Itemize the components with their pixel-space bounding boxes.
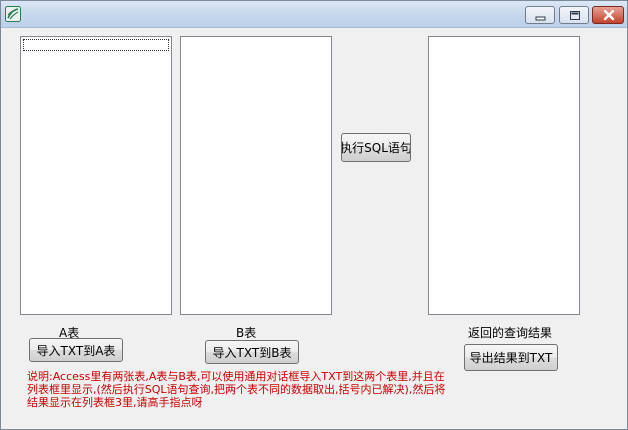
import-b-button[interactable]: 导入TXT到B表 — [205, 340, 299, 364]
client-area: 执行SQL语句 A表 B表 返回的查询结果 导入TXT到A表 导入TXT到B表 … — [1, 28, 627, 429]
title-bar[interactable] — [1, 1, 627, 28]
list-box-a-focus-row — [23, 39, 169, 51]
list-box-b[interactable] — [180, 36, 332, 315]
label-table-b: B表 — [236, 326, 257, 340]
minimize-button[interactable] — [525, 6, 555, 24]
minimize-icon — [535, 16, 546, 21]
close-icon — [603, 9, 615, 21]
import-a-button[interactable]: 导入TXT到A表 — [29, 338, 123, 362]
execute-sql-button[interactable]: 执行SQL语句 — [341, 133, 411, 162]
list-box-result[interactable] — [428, 36, 580, 315]
close-button[interactable] — [592, 6, 624, 24]
export-result-button[interactable]: 导出结果到TXT — [464, 344, 558, 371]
label-result: 返回的查询结果 — [468, 326, 553, 340]
list-box-a[interactable] — [20, 36, 172, 315]
maximize-icon — [570, 11, 580, 20]
main-window: 执行SQL语句 A表 B表 返回的查询结果 导入TXT到A表 导入TXT到B表 … — [0, 0, 628, 430]
description-text: 说明:Access里有两张表,A表与B表,可以使用通用对话框导入TXT到这两个表… — [27, 370, 446, 409]
app-icon[interactable] — [5, 6, 21, 22]
maximize-button[interactable] — [559, 6, 589, 24]
